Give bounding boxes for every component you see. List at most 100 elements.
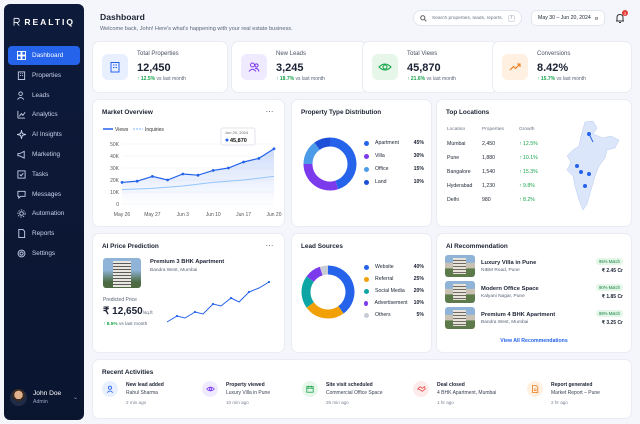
activity-item[interactable]: Report generated Market Report – Pune 2 … [527, 381, 627, 411]
location-name: Delhi [447, 197, 459, 203]
location-growth: ↑ 12.5% [519, 141, 538, 147]
location-growth: ↑ 10.1% [519, 155, 538, 161]
stat-value: 8.42% [537, 62, 569, 74]
sidebar-item-ai-insights[interactable]: AI Insights [8, 125, 80, 144]
legend-value: 30% [413, 153, 424, 159]
price-delta-line: ↑ 8.5% vs last month [103, 322, 147, 327]
views-point [166, 178, 169, 182]
stat-note: vs last month [556, 76, 586, 82]
message-icon [17, 190, 26, 199]
activity-detail: Luxury Villa in Pune [226, 390, 271, 396]
property-type-donut [303, 137, 357, 191]
brand-logo[interactable]: REALTIQ [4, 4, 84, 40]
card-title: Property Type Distribution [301, 109, 382, 116]
property-thumbnail [445, 255, 475, 277]
property-type-slice [314, 137, 331, 151]
chart-tooltip: Jun 20, 2024 45,870 [220, 127, 256, 146]
user-profile[interactable]: John Doe Admin ⌄ [10, 389, 78, 406]
rec-name: Premium 4 BHK Apartment [481, 311, 556, 318]
recommendation-item[interactable]: Premium 4 BHK Apartment Bandra West, Mumb… [445, 306, 623, 330]
handshake-icon [413, 381, 429, 397]
settings-icon [17, 249, 26, 258]
legend-label: Office [375, 166, 389, 172]
legend-item: Apartment 45% [364, 140, 424, 146]
stat-card-new-leads[interactable]: New Leads 3,245 ↑ 18.7% vs last month [232, 42, 366, 92]
activity-item[interactable]: Deal closed 4 BHK Apartment, Mumbai 1 hr… [413, 381, 513, 411]
recommendation-item[interactable]: Modern Office Space Kalyani Nagar, Pune 9… [445, 280, 623, 304]
stat-card-total-views[interactable]: Total Views 45,870 ↑ 21.6% vs last month [363, 42, 497, 92]
activity-title: Deal closed [437, 382, 465, 388]
avatar [10, 389, 27, 406]
page-title: Dashboard [100, 12, 145, 22]
activity-item[interactable]: Property viewed Luxury Villa in Pune 10 … [202, 381, 302, 411]
sidebar-item-label: Marketing [32, 150, 61, 158]
activity-title: Property viewed [226, 382, 265, 388]
sidebar-item-leads[interactable]: Leads [8, 86, 80, 105]
activity-time: 10 min ago [226, 400, 249, 405]
sidebar-item-marketing[interactable]: Marketing [8, 145, 80, 164]
sidebar-item-dashboard[interactable]: Dashboard [8, 46, 80, 65]
grid-icon [17, 51, 26, 60]
sidebar-item-properties[interactable]: Properties [8, 66, 80, 85]
y-tick-label: 50K [110, 142, 120, 148]
view-all-recommendations-link[interactable]: View All Recommendations [437, 338, 631, 344]
property-type-legend: Apartment 45% Villa 30% Office 15% Land 10% [364, 140, 424, 192]
sidebar-item-analytics[interactable]: Analytics [8, 105, 80, 124]
eye-icon [202, 381, 218, 397]
location-name: Pune [447, 155, 460, 161]
user-icon [102, 381, 118, 397]
ai-price-card: AI Price Prediction ⋯ Premium 3 BHK Apar… [93, 234, 284, 352]
sidebar-item-tasks[interactable]: Tasks [8, 165, 80, 184]
notifications-button[interactable]: 3 [614, 10, 628, 24]
lead-source-slice [306, 302, 344, 319]
location-name: Bangalore [447, 169, 471, 175]
activity-item[interactable]: Site visit scheduled Commercial Office S… [302, 381, 402, 411]
map-pin-hyderabad [587, 172, 591, 176]
stat-delta-line: ↑ 21.6% vs last month [407, 76, 456, 82]
brand-name: REALTIQ [24, 17, 75, 27]
chevron-down-icon[interactable]: ⌄ [73, 394, 78, 401]
col-header-growth: Growth [519, 127, 535, 132]
sidebar-item-messages[interactable]: Messages [8, 185, 80, 204]
lead-sources-card: Lead Sources Website 40% Referral 25% Soci… [292, 234, 431, 352]
stat-label: Total Views [407, 51, 438, 57]
legend-dot [364, 264, 369, 270]
legend-value: 20% [413, 288, 424, 294]
map-pin-delhi [587, 132, 591, 136]
stat-label: New Leads [276, 51, 307, 57]
legend-dot [364, 179, 369, 185]
views-point [120, 181, 124, 184]
legend-item: Others 5% [364, 312, 424, 318]
legend-dot [364, 140, 369, 146]
more-options-icon[interactable]: ⋯ [266, 241, 275, 250]
lead-sources-legend: Website 40% Referral 25% Social Media 20% A… [364, 264, 424, 324]
stat-delta: ↑ 21.6% [407, 76, 426, 82]
location-properties: 2,450 [482, 141, 495, 147]
views-point [135, 179, 139, 183]
recommendation-item[interactable]: Luxury Villa in Pune NIBM Road, Pune 95% … [445, 254, 623, 278]
sidebar-item-label: Messages [32, 190, 62, 198]
stat-card-conversions[interactable]: Conversions 8.42% ↑ 15.7% vs last month [493, 42, 631, 92]
sidebar-item-reports[interactable]: Reports [8, 224, 80, 243]
activity-item[interactable]: New lead added Rahul Sharma 2 min ago [102, 381, 202, 411]
y-tick-label: 40K [110, 154, 120, 160]
x-tick-label: Jun 3 [177, 212, 189, 218]
logo-icon [13, 17, 20, 26]
sparkline-points [175, 280, 271, 318]
date-range-picker[interactable]: May 30 – Jun 20, 2024 [531, 10, 605, 26]
property-thumbnail [445, 281, 475, 303]
legend-dot [364, 288, 369, 294]
stat-delta-line: ↑ 15.7% vs last month [537, 76, 586, 82]
building-icon [110, 62, 120, 73]
search-shortcut: / [507, 14, 515, 22]
sidebar-item-settings[interactable]: Settings [8, 244, 80, 263]
search-input[interactable]: Search properties, leads, reports... / [413, 10, 522, 26]
sidebar-item-automation[interactable]: Automation [8, 204, 80, 223]
stat-card-total-properties[interactable]: Total Properties 12,450 ↑ 12.5% vs last … [93, 42, 227, 92]
user-name: John Doe [33, 390, 62, 397]
map-pin-bangalore [583, 184, 587, 188]
property-location: Bandra West, Mumbai [150, 268, 198, 273]
stat-delta: ↑ 15.7% [537, 76, 556, 82]
activity-title: Report generated [551, 382, 593, 388]
views-point [196, 173, 200, 177]
